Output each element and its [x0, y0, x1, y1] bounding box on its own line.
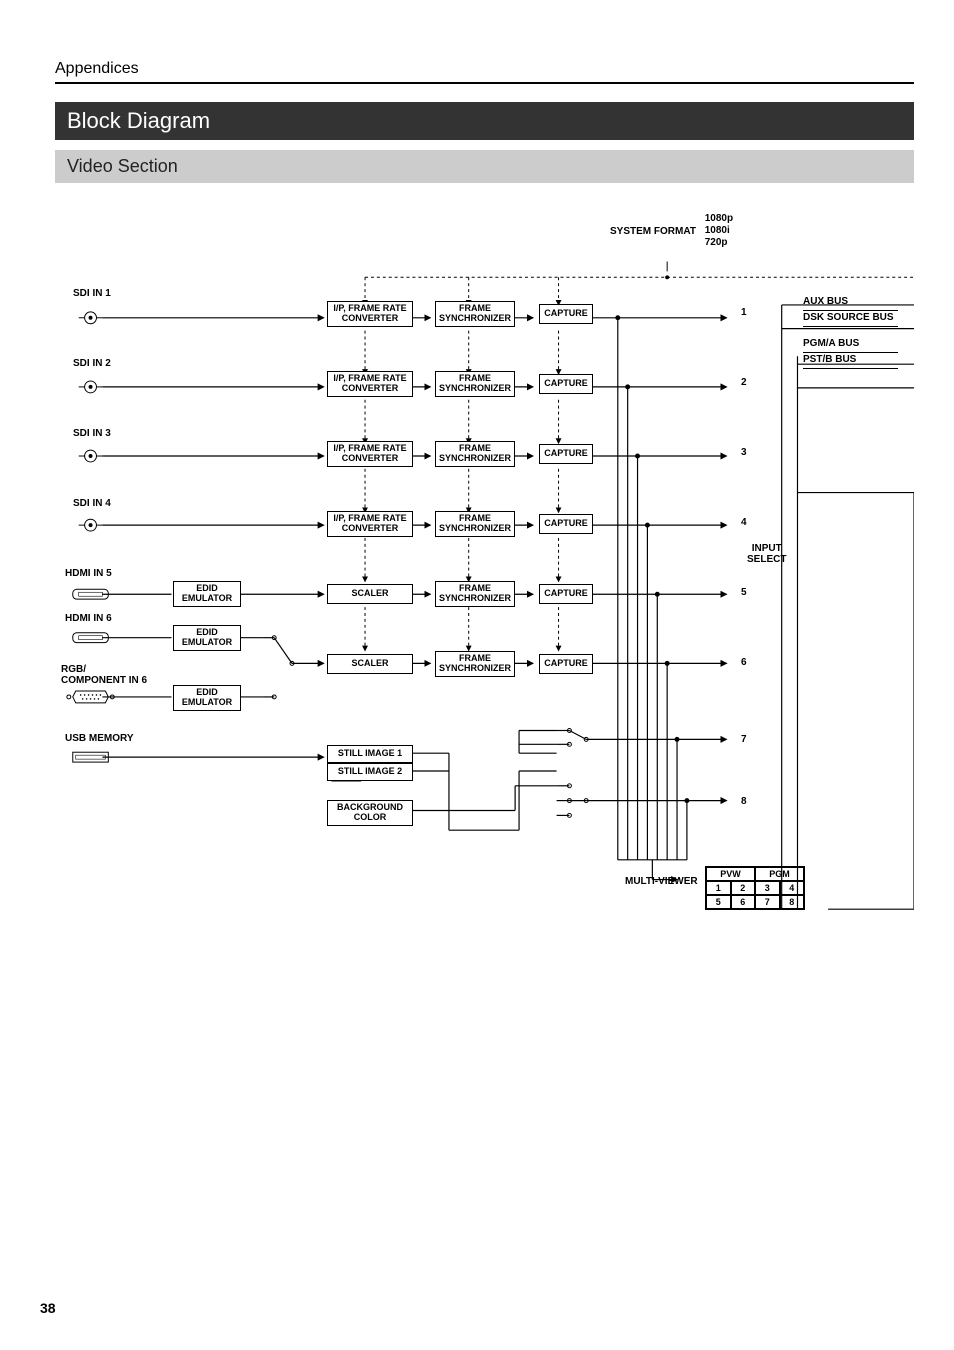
output-num-3: 3 — [741, 447, 747, 458]
mv-cell: 4 — [780, 881, 805, 895]
bus-labels: AUX BUS DSK SOURCE BUS PGM/A BUS PST/B B… — [803, 295, 898, 369]
block-capture-1: CAPTURE — [539, 304, 593, 324]
label-hdmi-in-5: HDMI IN 5 — [65, 568, 112, 579]
mv-pgm: PGM — [755, 867, 804, 881]
block-sync-2: FRAME SYNCHRONIZER — [435, 371, 515, 397]
mv-cell: 1 — [706, 881, 731, 895]
block-edid-rgb: EDID EMULATOR — [173, 685, 241, 711]
page-number: 38 — [40, 1300, 56, 1316]
mv-cell: 5 — [706, 895, 731, 909]
block-converter-3: I/P, FRAME RATE CONVERTER — [327, 441, 413, 467]
multi-viewer-grid: PVW PGM 1 2 3 4 5 6 7 8 — [705, 866, 805, 910]
label-sdi-in-1: SDI IN 1 — [73, 288, 111, 299]
block-edid-6: EDID EMULATOR — [173, 625, 241, 651]
block-diagram: SYSTEM FORMAT 1080p 1080i 720p — [55, 213, 914, 1013]
mv-cell: 6 — [731, 895, 756, 909]
block-capture-5: CAPTURE — [539, 584, 593, 604]
block-text: CONVERTER — [342, 454, 399, 464]
output-num-7: 7 — [741, 734, 747, 745]
block-capture-2: CAPTURE — [539, 374, 593, 394]
label-pgma-bus: PGM/A BUS — [803, 337, 898, 353]
output-num-5: 5 — [741, 587, 747, 598]
block-sync-1: FRAME SYNCHRONIZER — [435, 301, 515, 327]
block-capture-4: CAPTURE — [539, 514, 593, 534]
label-sdi-in-4: SDI IN 4 — [73, 498, 111, 509]
block-text: EMULATOR — [182, 698, 232, 708]
mv-cell: 3 — [755, 881, 780, 895]
block-text: CAPTURE — [544, 379, 588, 389]
block-converter-2: I/P, FRAME RATE CONVERTER — [327, 371, 413, 397]
label-pstb-bus: PST/B BUS — [803, 353, 898, 369]
block-text: COLOR — [354, 813, 387, 823]
block-text: SYNCHRONIZER — [439, 524, 511, 534]
text: SELECT — [747, 554, 786, 565]
mv-cell: 8 — [780, 895, 805, 909]
block-text: CAPTURE — [544, 589, 588, 599]
divider — [55, 82, 914, 84]
label-rgb2: COMPONENT IN 6 — [61, 675, 147, 686]
block-background-color: BACKGROUND COLOR — [327, 800, 413, 826]
block-still-1: STILL IMAGE 1 — [327, 745, 413, 763]
block-text: CAPTURE — [544, 449, 588, 459]
label-sdi-in-3: SDI IN 3 — [73, 428, 111, 439]
block-converter-1: I/P, FRAME RATE CONVERTER — [327, 301, 413, 327]
block-sync-5: FRAME SYNCHRONIZER — [435, 581, 515, 607]
label-dsk-bus: DSK SOURCE BUS — [803, 311, 898, 327]
block-text: CONVERTER — [342, 524, 399, 534]
block-text: CAPTURE — [544, 659, 588, 669]
block-text: CONVERTER — [342, 384, 399, 394]
mv-cell: 2 — [731, 881, 756, 895]
block-text: SCALER — [351, 659, 388, 669]
block-text: EMULATOR — [182, 594, 232, 604]
block-converter-4: I/P, FRAME RATE CONVERTER — [327, 511, 413, 537]
output-num-4: 4 — [741, 517, 747, 528]
text: INPUT — [747, 543, 786, 554]
block-text: CAPTURE — [544, 519, 588, 529]
page-title: Block Diagram — [55, 102, 914, 140]
block-text: SYNCHRONIZER — [439, 384, 511, 394]
block-text: STILL IMAGE 2 — [338, 767, 402, 777]
mv-pvw: PVW — [706, 867, 755, 881]
label-multi-viewer: MULTI-VIEWER — [625, 876, 698, 887]
output-num-2: 2 — [741, 377, 747, 388]
section-title: Video Section — [55, 150, 914, 183]
breadcrumb: Appendices — [55, 60, 914, 78]
block-sync-6: FRAME SYNCHRONIZER — [435, 651, 515, 677]
block-text: CAPTURE — [544, 309, 588, 319]
mv-cell: 7 — [755, 895, 780, 909]
block-text: EMULATOR — [182, 638, 232, 648]
block-text: CONVERTER — [342, 314, 399, 324]
block-sync-4: FRAME SYNCHRONIZER — [435, 511, 515, 537]
block-scaler-5: SCALER — [327, 584, 413, 604]
block-scaler-6: SCALER — [327, 654, 413, 674]
block-text: SCALER — [351, 589, 388, 599]
block-edid-5: EDID EMULATOR — [173, 581, 241, 607]
output-num-8: 8 — [741, 796, 747, 807]
block-text: SYNCHRONIZER — [439, 454, 511, 464]
block-text: SYNCHRONIZER — [439, 314, 511, 324]
block-text: SYNCHRONIZER — [439, 594, 511, 604]
output-num-1: 1 — [741, 307, 747, 318]
block-capture-3: CAPTURE — [539, 444, 593, 464]
block-text: STILL IMAGE 1 — [338, 749, 402, 759]
label-hdmi-in-6: HDMI IN 6 — [65, 613, 112, 624]
block-text: SYNCHRONIZER — [439, 664, 511, 674]
output-num-6: 6 — [741, 657, 747, 668]
label-usb-memory: USB MEMORY — [65, 733, 134, 744]
block-still-2: STILL IMAGE 2 — [327, 763, 413, 781]
label-rgb: RGB/ — [61, 664, 86, 675]
label-input-select: INPUT SELECT — [747, 543, 786, 565]
label-aux-bus: AUX BUS — [803, 295, 898, 311]
label-sdi-in-2: SDI IN 2 — [73, 358, 111, 369]
block-sync-3: FRAME SYNCHRONIZER — [435, 441, 515, 467]
block-capture-6: CAPTURE — [539, 654, 593, 674]
